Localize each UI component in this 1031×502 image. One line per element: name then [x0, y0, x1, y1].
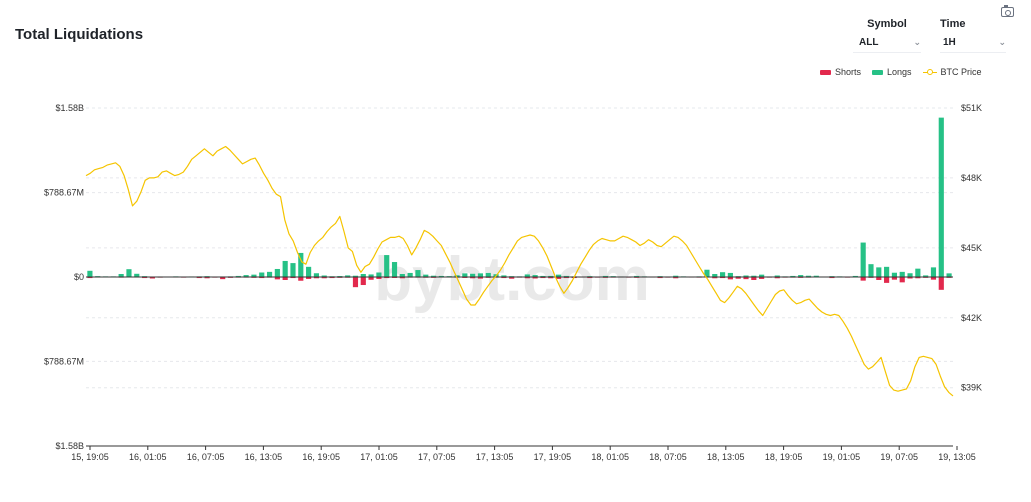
y-right-tick-label: $48K: [961, 173, 982, 183]
bar-shorts: [352, 277, 359, 288]
bar-shorts: [884, 277, 890, 283]
y-left-tick-label: $1.58B: [55, 103, 84, 113]
y-right-tick-label: $39K: [961, 383, 982, 393]
bar-shorts: [938, 277, 944, 290]
bar-longs: [720, 272, 726, 277]
y-left-tick-label: $0: [74, 272, 84, 282]
x-tick-label: 19, 01:05: [823, 452, 861, 462]
bar-longs: [259, 272, 265, 277]
bar-longs: [407, 272, 413, 277]
x-tick-label: 15, 19:05: [71, 452, 109, 462]
bar-longs: [87, 270, 93, 277]
bar-longs: [876, 267, 882, 277]
y-left-tick-label: $1.58B: [55, 441, 84, 451]
x-tick-label: 16, 19:05: [302, 452, 340, 462]
bar-longs: [860, 242, 866, 277]
bar-longs: [868, 264, 874, 277]
x-tick-label: 19, 13:05: [938, 452, 976, 462]
bar-longs: [290, 263, 296, 277]
bar-longs: [477, 273, 484, 277]
x-tick-label: 16, 07:05: [187, 452, 225, 462]
bar-shorts: [899, 277, 905, 283]
liquidations-chart: bybt.com $1.58B $788.67M $0 $788.67M $1.58B $5…: [44, 103, 982, 462]
bar-longs: [415, 270, 421, 277]
y-right-tick-label: $51K: [961, 103, 982, 113]
bar-longs: [376, 272, 382, 277]
bar-longs: [391, 262, 398, 277]
bar-longs: [282, 260, 288, 277]
x-tick-label: 19, 07:05: [880, 452, 918, 462]
liquidations-card: Total Liquidations Symbol ALL ⌄ Time 1H …: [0, 0, 1031, 502]
y-right-tick-label: $42K: [961, 313, 982, 323]
x-tick-label: 16, 01:05: [129, 452, 167, 462]
bar-shorts: [360, 277, 366, 286]
bar-longs: [727, 272, 733, 277]
x-tick-label: 17, 19:05: [534, 452, 572, 462]
x-tick-label: 17, 13:05: [476, 452, 514, 462]
bar-longs: [884, 266, 890, 277]
x-tick-label: 16, 13:05: [245, 452, 283, 462]
bar-shorts: [298, 277, 304, 281]
bar-longs: [306, 266, 312, 277]
y-right-tick-label: $45K: [961, 243, 982, 253]
bar-longs: [266, 271, 273, 277]
bar-longs: [946, 273, 952, 277]
bar-longs: [930, 267, 937, 277]
y-left-tick-label: $788.67M: [44, 188, 84, 198]
bar-longs: [126, 269, 132, 277]
bar-longs: [384, 255, 390, 277]
x-tick-label: 18, 07:05: [649, 452, 687, 462]
bar-longs: [462, 273, 468, 277]
bar-longs: [891, 272, 897, 277]
bar-longs: [485, 272, 491, 277]
bar-longs: [915, 268, 921, 277]
bar-longs: [274, 268, 280, 277]
x-tick-label: 17, 01:05: [360, 452, 398, 462]
x-tick-label: 18, 13:05: [707, 452, 745, 462]
y-left-tick-label: $788.67M: [44, 356, 84, 366]
x-tick-label: 18, 19:05: [765, 452, 803, 462]
bar-longs: [313, 273, 319, 277]
watermark: bybt.com: [374, 245, 650, 314]
bar-shorts: [860, 277, 866, 281]
x-tick-label: 18, 01:05: [591, 452, 629, 462]
bar-longs: [907, 273, 913, 277]
bar-longs: [938, 117, 944, 277]
x-tick-label: 17, 07:05: [418, 452, 456, 462]
bar-longs: [899, 271, 905, 277]
